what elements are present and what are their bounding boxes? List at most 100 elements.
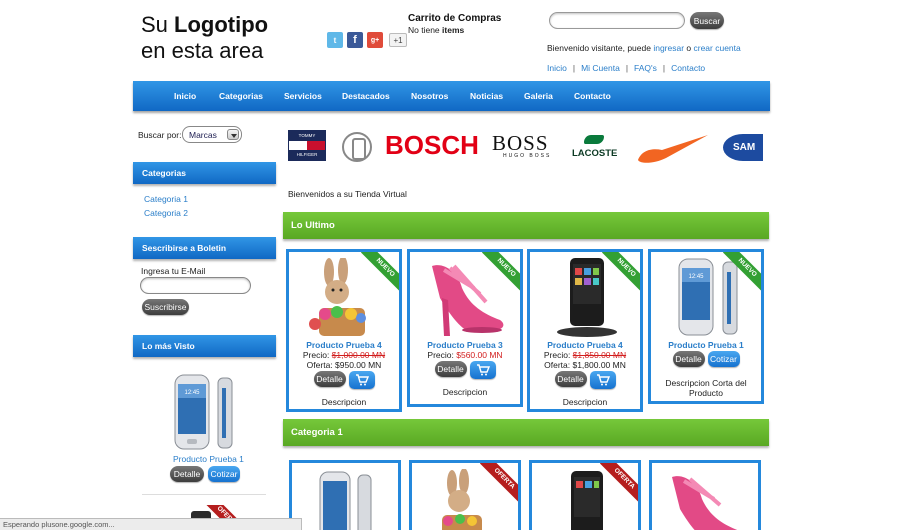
cotizar-button[interactable]: Cotizar: [707, 351, 740, 367]
site-logo[interactable]: Su Logotipo en esta area: [141, 12, 268, 64]
brand-hugo-boss-subtitle: HUGO BOSS: [503, 153, 552, 159]
logo-text-bold: Logotipo: [174, 12, 269, 37]
product-image[interactable]: [568, 469, 608, 530]
cart-icon: [476, 364, 490, 376]
most-viewed-product-image[interactable]: 12:45: [173, 374, 235, 452]
product-card[interactable]: [289, 460, 401, 530]
newsletter-header: Sescribirse a Boletin: [133, 237, 276, 259]
email-field[interactable]: [140, 277, 251, 294]
add-to-cart-button[interactable]: [469, 361, 496, 379]
nav-item-destacados[interactable]: Destacados: [342, 91, 390, 101]
brand-samsung-logo[interactable]: SAM: [723, 134, 763, 161]
product-card[interactable]: 12:45 NUEVO Producto Prueba 1 Detalle Co…: [648, 249, 764, 404]
nav-item-nosotros[interactable]: Nosotros: [411, 91, 448, 101]
sidebar-category-1[interactable]: Categoria 1: [144, 194, 188, 204]
browser-status-bar: Esperando plusone.google.com...: [0, 518, 302, 530]
search-by-select[interactable]: Marcas: [182, 126, 242, 143]
main-nav: Inicio Categorias Servicios Destacados N…: [133, 81, 770, 111]
product-description: Descripcion: [562, 397, 608, 407]
most-viewed-product-name[interactable]: Producto Prueba 1: [173, 454, 244, 464]
login-link[interactable]: ingresar: [653, 43, 684, 53]
separator: |: [625, 63, 629, 73]
chevron-down-icon: [227, 129, 239, 140]
google-plus-icon[interactable]: g+: [367, 32, 383, 48]
product-description: Descripcion: [321, 397, 367, 407]
bosch-emblem-icon: [342, 132, 372, 162]
product-image[interactable]: [432, 469, 492, 530]
nav-item-contacto[interactable]: Contacto: [574, 91, 611, 101]
product-image[interactable]: [664, 469, 748, 530]
product-description: Descripcion Corta del: [665, 378, 747, 388]
product-name[interactable]: Producto Prueba 3: [410, 340, 520, 350]
product-card[interactable]: OFERTA: [529, 460, 641, 530]
categories-header: Categorias: [133, 162, 276, 184]
product-card[interactable]: NUEVO Producto Prueba 4 Precio: $1,000.0…: [286, 249, 402, 412]
brand-lacoste-logo[interactable]: LACOSTE: [572, 148, 617, 159]
product-card[interactable]: NUEVO Producto Prueba 3 Precio: $560.00 …: [407, 249, 523, 407]
product-price: Precio: $1,000.00 MN: [302, 350, 386, 360]
product-image[interactable]: [318, 471, 374, 530]
product-actions: Detalle: [410, 361, 520, 379]
most-viewed-header: Lo más Visto: [133, 335, 276, 357]
product-actions: Detalle: [289, 371, 399, 389]
product-name[interactable]: Producto Prueba 4: [530, 340, 640, 350]
separator: |: [662, 63, 666, 73]
product-image[interactable]: [307, 258, 377, 340]
product-name[interactable]: Producto Prueba 1: [651, 340, 761, 350]
product-card[interactable]: [649, 460, 761, 530]
cart-title: Carrito de Compras: [408, 13, 502, 24]
add-to-cart-button[interactable]: [589, 371, 616, 389]
twitter-icon[interactable]: t: [327, 32, 343, 48]
detalle-button[interactable]: Detalle: [554, 371, 587, 387]
product-price: Precio: $1,850.00 MN: [543, 350, 627, 360]
shopping-cart-summary: Carrito de Compras No tiene items: [408, 13, 501, 35]
nav-item-noticias[interactable]: Noticias: [470, 91, 503, 101]
smartphone-icon: 12:45: [174, 374, 233, 450]
welcome-text: Bienvenidos a su Tienda Virtual: [288, 189, 407, 199]
product-card[interactable]: OFERTA: [409, 460, 521, 530]
add-to-cart-button[interactable]: [348, 371, 375, 389]
cotizar-button[interactable]: Cotizar: [208, 466, 240, 482]
logo-text-prefix: Su: [141, 12, 175, 37]
product-actions: Detalle: [530, 371, 640, 389]
brand-bosch-logo[interactable]: BOSCH: [385, 130, 479, 161]
product-name[interactable]: Producto Prueba 4: [289, 340, 399, 350]
detalle-button[interactable]: Detalle: [313, 371, 346, 387]
welcome-message: Bienvenido visitante, puede ingresar o c…: [547, 43, 741, 53]
nav-item-servicios[interactable]: Servicios: [284, 91, 322, 101]
top-link-mi-cuenta[interactable]: Mi Cuenta: [581, 63, 620, 73]
product-image[interactable]: [424, 258, 508, 340]
product-card[interactable]: NUEVO Producto Prueba 4 Precio: $1,850.0…: [527, 249, 643, 412]
detalle-button[interactable]: Detalle: [170, 466, 204, 482]
brand-tommy-hilfiger-logo[interactable]: TOMMY HILFIGER: [288, 130, 326, 161]
nav-item-categorias[interactable]: Categorias: [219, 91, 263, 101]
subscribe-button[interactable]: Suscribirse: [142, 299, 189, 315]
plus-one-button[interactable]: +1: [389, 33, 407, 47]
product-offer: Oferta: $950.00 MN: [306, 360, 382, 370]
product-description: Descripcion: [442, 387, 488, 397]
divider: [142, 494, 266, 495]
nav-item-galeria[interactable]: Galeria: [524, 91, 553, 101]
top-link-contacto[interactable]: Contacto: [671, 63, 705, 73]
nav-item-inicio[interactable]: Inicio: [174, 91, 196, 101]
product-actions: Detalle Cotizar: [651, 351, 761, 367]
search-by-value: Marcas: [189, 130, 217, 140]
svg-text:12:45: 12:45: [184, 390, 200, 396]
product-image[interactable]: [552, 256, 622, 340]
register-link[interactable]: crear cuenta: [694, 43, 741, 53]
sidebar-category-2[interactable]: Categoria 2: [144, 208, 188, 218]
category-section-header: Categoria 1: [283, 419, 769, 446]
top-link-faqs[interactable]: FAQ's: [634, 63, 657, 73]
nike-swoosh-icon[interactable]: [636, 132, 710, 164]
facebook-icon[interactable]: f: [347, 32, 363, 48]
detalle-button[interactable]: Detalle: [434, 361, 467, 377]
product-image[interactable]: 12:45: [677, 258, 741, 338]
top-links: Inicio | Mi Cuenta | FAQ's | Contacto: [547, 63, 705, 73]
search-input[interactable]: [549, 12, 685, 29]
logo-text-line2: en esta area: [141, 38, 264, 63]
top-link-inicio[interactable]: Inicio: [547, 63, 567, 73]
product-offer: Oferta: $1,800.00 MN: [544, 360, 626, 370]
search-button[interactable]: Buscar: [690, 12, 724, 29]
detalle-button[interactable]: Detalle: [672, 351, 705, 367]
email-label: Ingresa tu E-Mail: [141, 266, 206, 276]
